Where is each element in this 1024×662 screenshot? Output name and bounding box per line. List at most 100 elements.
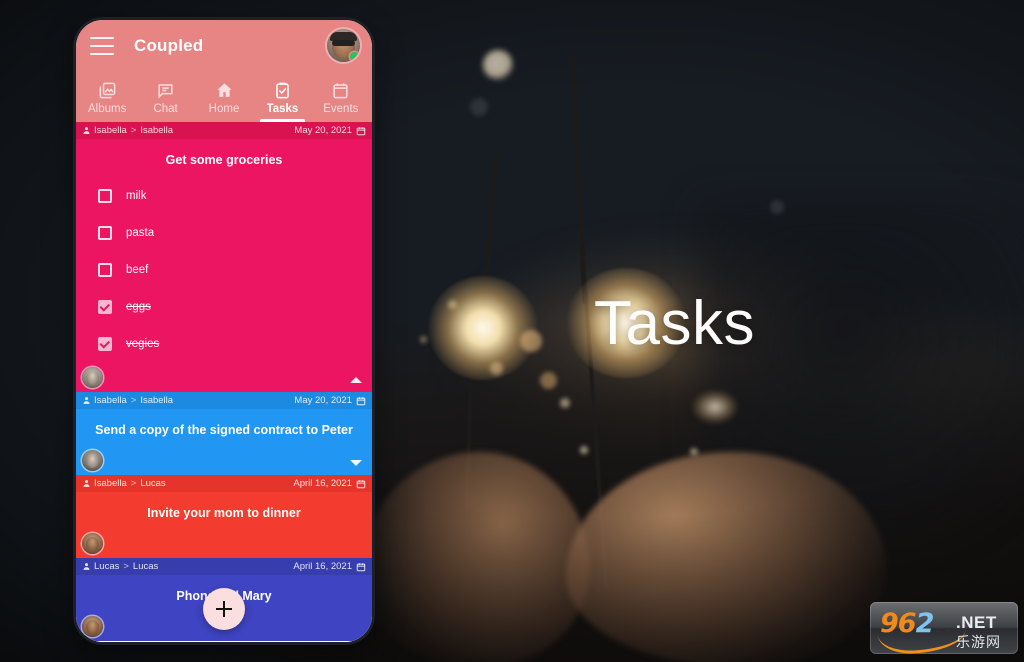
task-title: Invite your mom to dinner bbox=[147, 506, 301, 520]
calendar-icon bbox=[356, 479, 366, 488]
task-date: May 20, 2021 bbox=[294, 125, 366, 136]
task-date-text: May 20, 2021 bbox=[294, 125, 352, 136]
tab-bar: Albums Chat Home Tasks Events bbox=[76, 72, 372, 122]
tab-label: Home bbox=[208, 103, 240, 115]
task-owner-avatar[interactable] bbox=[82, 450, 103, 471]
task-participants: Isabella > Lucas bbox=[82, 478, 166, 489]
calendar-icon bbox=[331, 79, 350, 101]
hero-headline: Tasks bbox=[594, 289, 755, 358]
todo-label: eggs bbox=[126, 300, 151, 313]
person-icon bbox=[83, 397, 90, 404]
task-date: April 16, 2021 bbox=[293, 561, 366, 572]
person-icon bbox=[83, 563, 90, 570]
task-date: May 20, 2021 bbox=[294, 395, 366, 406]
task-owner-avatar[interactable] bbox=[82, 367, 103, 388]
photo-album-icon bbox=[98, 79, 117, 101]
chat-bubble-icon bbox=[156, 79, 175, 101]
task-date-text: April 16, 2021 bbox=[293, 478, 352, 489]
phone-frame: Coupled Albums Chat Home Tasks Events Is… bbox=[73, 17, 375, 645]
phone-screen: Coupled Albums Chat Home Tasks Events Is… bbox=[76, 20, 372, 642]
task-card-header: Lucas > Lucas April 16, 2021 bbox=[76, 558, 372, 575]
person-icon bbox=[83, 127, 90, 134]
todo-label: pasta bbox=[126, 226, 155, 239]
task-to: Lucas bbox=[132, 561, 159, 572]
tab-label: Events bbox=[323, 103, 359, 115]
tab-label: Chat bbox=[153, 103, 178, 115]
checkbox-unchecked-icon[interactable] bbox=[98, 188, 112, 203]
arrow-separator-icon: > bbox=[130, 478, 137, 489]
task-card[interactable]: Isabella > Isabella May 20, 2021 Get som… bbox=[76, 122, 372, 392]
app-title: Coupled bbox=[134, 36, 204, 55]
checkbox-checked-icon[interactable] bbox=[98, 299, 112, 314]
online-status-dot bbox=[350, 52, 359, 61]
app-bar: Coupled Albums Chat Home Tasks Events bbox=[76, 20, 372, 122]
clipboard-check-icon bbox=[273, 79, 292, 101]
calendar-icon bbox=[356, 396, 366, 405]
task-from: Isabella bbox=[94, 478, 127, 489]
task-card-header: Isabella > Lucas April 16, 2021 bbox=[76, 475, 372, 492]
tab-albums[interactable]: Albums bbox=[78, 72, 136, 122]
tab-chat[interactable]: Chat bbox=[136, 72, 194, 122]
task-participants: Lucas > Lucas bbox=[82, 561, 158, 572]
task-card-footer bbox=[76, 362, 372, 392]
task-from: Isabella bbox=[94, 125, 127, 136]
task-title: Send a copy of the signed contract to Pe… bbox=[95, 423, 353, 437]
app-bar-top: Coupled bbox=[76, 20, 372, 72]
arrow-separator-icon: > bbox=[130, 125, 137, 136]
task-participants: Isabella > Isabella bbox=[82, 395, 173, 406]
avatar-sunglasses-icon bbox=[332, 40, 355, 46]
calendar-icon bbox=[356, 126, 366, 135]
watermark-cn: 乐游网 bbox=[956, 634, 1001, 650]
task-from: Isabella bbox=[94, 395, 127, 406]
task-card[interactable]: Isabella > Isabella May 20, 2021 Send a … bbox=[76, 392, 372, 475]
add-task-button[interactable] bbox=[203, 588, 245, 630]
watermark-swoosh-icon bbox=[877, 629, 967, 654]
task-participants: Isabella > Isabella bbox=[82, 125, 173, 136]
task-card[interactable]: Isabella > Lucas April 16, 2021 Invite y… bbox=[76, 475, 372, 558]
task-date-text: May 20, 2021 bbox=[294, 395, 352, 406]
task-from: Lucas bbox=[94, 561, 120, 572]
plus-icon bbox=[216, 601, 232, 617]
checkbox-checked-icon[interactable] bbox=[98, 336, 112, 351]
task-to: Isabella bbox=[140, 125, 174, 136]
watermark-net: .NET bbox=[956, 613, 997, 632]
task-card-header: Isabella > Isabella May 20, 2021 bbox=[76, 392, 372, 409]
checkbox-unchecked-icon[interactable] bbox=[98, 225, 112, 240]
task-list: Isabella > Isabella May 20, 2021 Get som… bbox=[76, 122, 372, 642]
todo-item[interactable]: pasta bbox=[98, 214, 372, 251]
arrow-separator-icon: > bbox=[123, 561, 129, 572]
home-icon bbox=[215, 79, 234, 101]
tab-label: Tasks bbox=[266, 103, 299, 115]
todo-item[interactable]: milk bbox=[98, 177, 372, 214]
checkbox-unchecked-icon[interactable] bbox=[98, 262, 112, 277]
avatar[interactable] bbox=[327, 29, 360, 62]
person-icon bbox=[83, 480, 90, 487]
hamburger-menu-icon[interactable] bbox=[90, 37, 114, 55]
task-owner-avatar[interactable] bbox=[82, 616, 103, 637]
task-card-header: Isabella > Isabella May 20, 2021 bbox=[76, 122, 372, 139]
todo-item[interactable]: beef bbox=[98, 251, 372, 288]
tab-home[interactable]: Home bbox=[195, 72, 253, 122]
collapse-chevron-up-icon[interactable] bbox=[350, 377, 362, 383]
task-to: Isabella bbox=[140, 395, 174, 406]
task-date: April 16, 2021 bbox=[293, 478, 366, 489]
todo-label: vegies bbox=[126, 337, 160, 350]
task-card-footer bbox=[76, 437, 372, 475]
tab-label: Albums bbox=[88, 103, 127, 115]
tab-events[interactable]: Events bbox=[312, 72, 370, 122]
task-owner-avatar[interactable] bbox=[82, 533, 103, 554]
todo-list: milk pasta beef eggs vegies bbox=[76, 167, 372, 362]
expand-chevron-down-icon[interactable] bbox=[350, 460, 362, 466]
todo-label: beef bbox=[126, 263, 149, 276]
todo-item[interactable]: vegies bbox=[98, 325, 372, 362]
watermark-logo: 962 .NET 乐游网 bbox=[870, 602, 1018, 654]
task-date-text: April 16, 2021 bbox=[293, 561, 352, 572]
task-to: Lucas bbox=[140, 478, 166, 489]
arrow-separator-icon: > bbox=[130, 395, 137, 406]
tab-tasks[interactable]: Tasks bbox=[253, 72, 311, 122]
todo-item[interactable]: eggs bbox=[98, 288, 372, 325]
todo-label: milk bbox=[126, 189, 147, 202]
task-title: Get some groceries bbox=[165, 153, 283, 167]
task-card-footer bbox=[76, 520, 372, 558]
calendar-icon bbox=[356, 562, 366, 571]
